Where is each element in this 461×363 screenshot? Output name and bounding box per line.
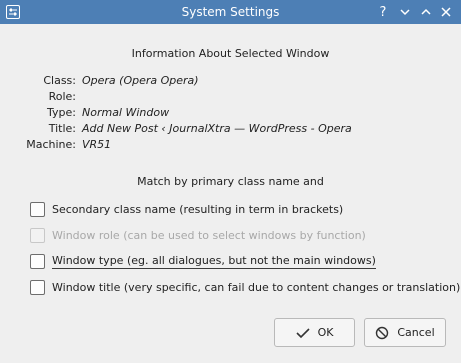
option-secondary-class[interactable]: Secondary class name (resulting in term … <box>30 200 343 218</box>
option-label[interactable]: Window title (very specific, can fail du… <box>52 281 460 294</box>
option-window-title[interactable]: Window title (very specific, can fail du… <box>30 278 460 296</box>
info-row-class: Class: Opera (Opera Opera) <box>0 74 461 88</box>
info-row-type: Type: Normal Window <box>0 106 461 120</box>
window-role-checkbox <box>30 227 45 243</box>
info-label: Type: <box>47 106 76 119</box>
checkmark-icon <box>295 327 310 339</box>
ok-button-label: OK <box>317 326 334 339</box>
info-value: Add New Post ‹ JournalXtra — WordPress -… <box>82 122 352 135</box>
option-label[interactable]: Window type (eg. all dialogues, but not … <box>52 254 376 269</box>
info-row-machine: Machine: VR51 <box>0 138 461 152</box>
help-icon[interactable]: ? <box>375 4 391 20</box>
info-row-role: Role: <box>0 90 461 104</box>
option-label: Window role (can be used to select windo… <box>52 228 366 242</box>
info-value: Opera (Opera Opera) <box>82 74 199 87</box>
cancel-button-label: Cancel <box>397 326 435 339</box>
window-title: System Settings <box>181 5 280 19</box>
info-label: Machine: <box>26 138 76 151</box>
info-label: Role: <box>48 90 76 103</box>
cancel-button[interactable]: Cancel <box>364 318 446 347</box>
info-label: Title: <box>48 122 76 135</box>
info-value: VR51 <box>82 138 112 151</box>
info-row-title: Title: Add New Post ‹ JournalXtra — Word… <box>0 122 461 136</box>
chevron-up-icon[interactable] <box>418 4 434 20</box>
close-icon[interactable] <box>438 4 454 20</box>
option-window-type[interactable]: Window type (eg. all dialogues, but not … <box>30 252 376 270</box>
info-value: Normal Window <box>82 106 170 119</box>
window-type-checkbox[interactable] <box>30 253 45 269</box>
secondary-class-checkbox[interactable] <box>30 201 45 217</box>
info-label: Class: <box>43 74 76 87</box>
window-title-checkbox[interactable] <box>30 279 45 295</box>
option-window-role: Window role (can be used to select windo… <box>30 226 366 244</box>
chevron-down-icon[interactable] <box>397 4 413 20</box>
ok-button[interactable]: OK <box>274 318 355 347</box>
title-bar[interactable]: System Settings ? <box>0 0 461 24</box>
match-heading: Match by primary class name and <box>137 175 324 188</box>
info-heading: Information About Selected Window <box>131 47 330 60</box>
cancel-icon <box>375 326 389 340</box>
option-label[interactable]: Secondary class name (resulting in term … <box>52 203 343 216</box>
